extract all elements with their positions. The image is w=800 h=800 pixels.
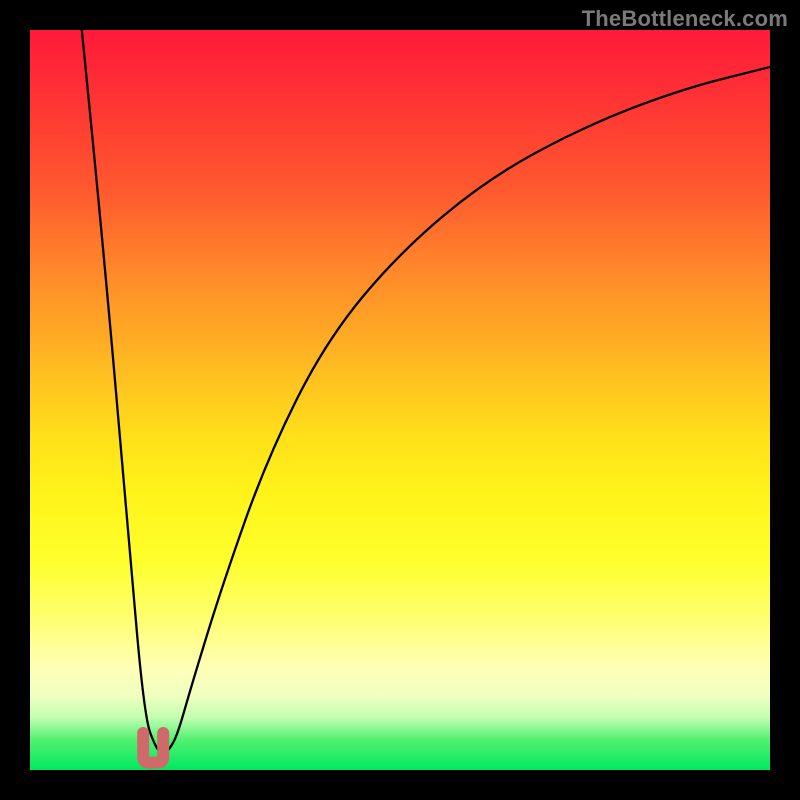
chart-background-gradient <box>30 30 770 770</box>
watermark-text: TheBottleneck.com <box>582 6 788 32</box>
chart-frame: TheBottleneck.com <box>0 0 800 800</box>
